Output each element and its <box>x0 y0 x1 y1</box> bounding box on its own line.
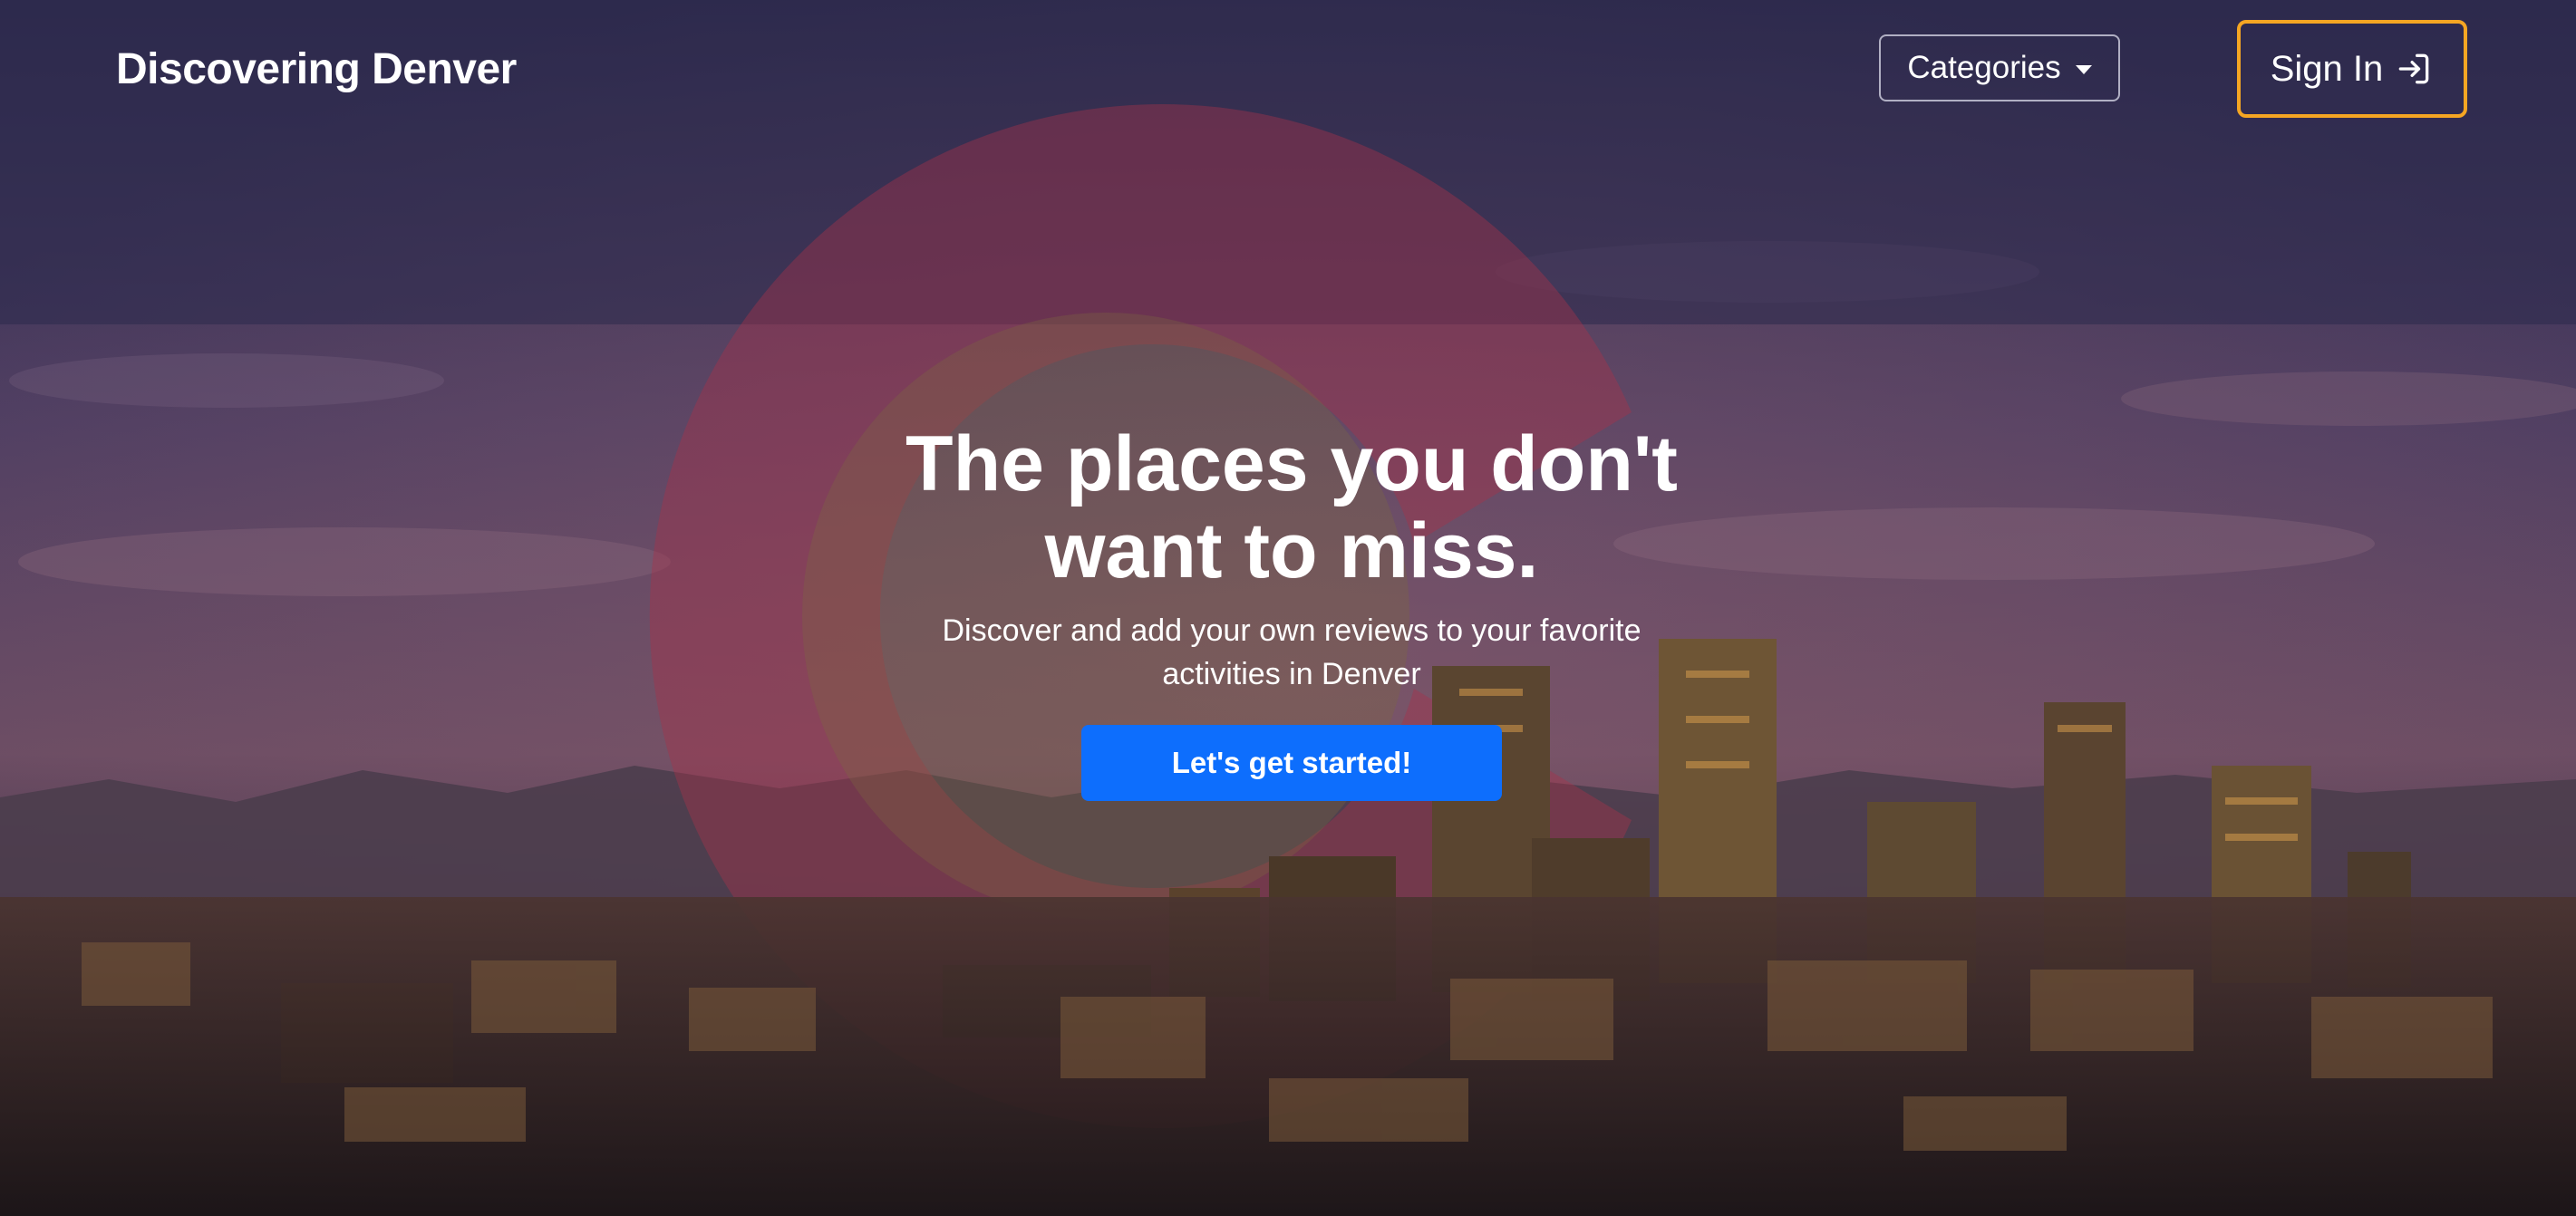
hero-title: The places you don't want to miss. <box>905 420 1678 594</box>
sign-in-label: Sign In <box>2270 48 2384 89</box>
hero-background-image <box>0 0 2576 1216</box>
categories-label: Categories <box>1907 50 2061 85</box>
sign-in-arrow-icon <box>2394 49 2434 89</box>
categories-dropdown-button[interactable]: Categories <box>1879 34 2120 101</box>
brand-logo-text[interactable]: Discovering Denver <box>116 42 517 98</box>
hero-subtitle: Discover and add your own reviews to you… <box>942 613 1641 691</box>
caret-down-icon <box>2075 65 2092 74</box>
get-started-button[interactable]: Let's get started! <box>1081 725 1502 801</box>
landing-page: Discovering Denver Categories Sign In Th… <box>0 0 2576 1216</box>
sign-in-button[interactable]: Sign In <box>2237 20 2467 118</box>
